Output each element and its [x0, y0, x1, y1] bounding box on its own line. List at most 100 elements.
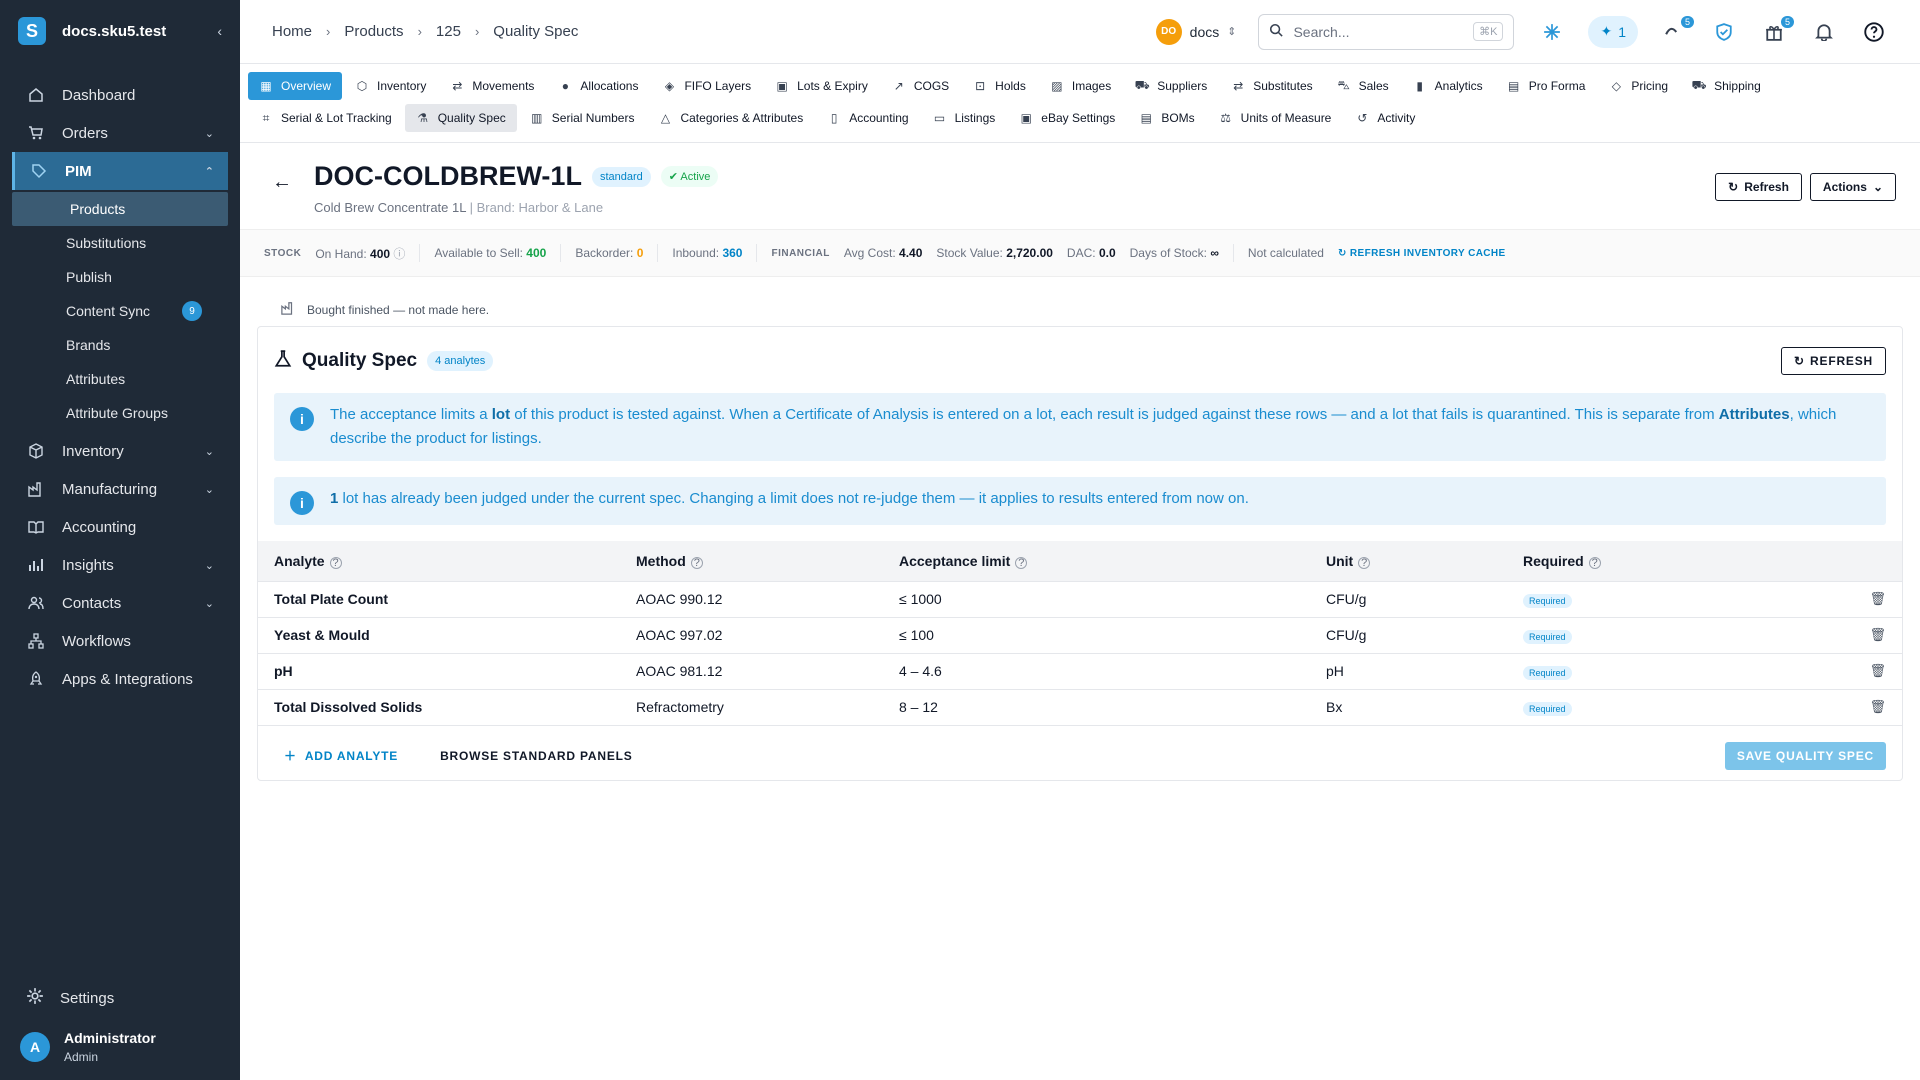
collapse-sidebar-icon[interactable]: ‹: [217, 23, 222, 39]
help-icon[interactable]: ?: [690, 556, 703, 569]
help-icon[interactable]: ?: [1358, 556, 1371, 569]
analyte-cell[interactable]: Total Dissolved Solids: [258, 689, 620, 726]
browse-standard-panels-button[interactable]: BROWSE STANDARD PANELS: [430, 749, 633, 763]
tab-quality-spec[interactable]: ⚗ Quality Spec: [404, 104, 517, 132]
tab-ebay-settings[interactable]: ▣ eBay Settings: [1008, 104, 1126, 132]
tab-images[interactable]: ▨ Images: [1039, 72, 1122, 100]
table-row[interactable]: Total Plate Count AOAC 990.12 ≤ 1000 CFU…: [258, 581, 1902, 618]
sidebar-item-apps[interactable]: Apps & Integrations: [0, 660, 240, 698]
table-row[interactable]: pH AOAC 981.12 4 – 4.6 pH Required 🗑: [258, 653, 1902, 690]
trash-icon[interactable]: 🗑: [1842, 653, 1902, 690]
analyte-cell[interactable]: Yeast & Mould: [258, 617, 620, 654]
limit-cell[interactable]: ≤ 100: [883, 617, 1310, 654]
tab-lots-expiry[interactable]: ▣ Lots & Expiry: [764, 72, 879, 100]
sidebar-item-orders[interactable]: Orders ⌄: [0, 114, 240, 152]
unit-cell[interactable]: Bx: [1310, 689, 1507, 726]
breadcrumb-home[interactable]: Home: [272, 23, 312, 40]
search-input[interactable]: Search... ⌘K: [1258, 13, 1515, 50]
sidebar-item-insights[interactable]: Insights ⌄: [0, 546, 240, 584]
tab-units-of-measure[interactable]: ⚖ Units of Measure: [1208, 104, 1343, 132]
tab-categories-attributes[interactable]: △ Categories & Attributes: [647, 104, 814, 132]
limit-cell[interactable]: 4 – 4.6: [883, 653, 1310, 690]
tab-allocations[interactable]: ● Allocations: [547, 72, 649, 100]
method-cell[interactable]: AOAC 997.02: [620, 617, 883, 654]
refresh-inventory-cache-link[interactable]: ↻ REFRESH INVENTORY CACHE: [1338, 248, 1506, 259]
refresh-button[interactable]: ↻ Refresh: [1715, 173, 1802, 201]
required-badge[interactable]: Required: [1523, 702, 1572, 716]
tab-serial-lot-tracking[interactable]: ⌗ Serial & Lot Tracking: [248, 104, 403, 132]
attributes-link[interactable]: Attributes: [1719, 406, 1790, 423]
trash-icon[interactable]: 🗑: [1842, 581, 1902, 618]
tab-pro-forma[interactable]: ▤ Pro Forma: [1496, 72, 1597, 100]
tab-cogs[interactable]: ↗ COGS: [881, 72, 960, 100]
sidebar-item-dashboard[interactable]: Dashboard: [0, 76, 240, 114]
unit-cell[interactable]: CFU/g: [1310, 617, 1507, 654]
sidebar-subitem-products[interactable]: Products: [12, 192, 228, 226]
ai-assistant-button[interactable]: ✦ 1: [1588, 15, 1638, 48]
bell-icon[interactable]: [1810, 18, 1838, 46]
tab-pricing[interactable]: ◇ Pricing: [1598, 72, 1679, 100]
table-row[interactable]: Yeast & Mould AOAC 997.02 ≤ 100 CFU/g Re…: [258, 617, 1902, 654]
trash-icon[interactable]: 🗑: [1842, 617, 1902, 654]
tab-substitutes[interactable]: ⇄ Substitutes: [1220, 72, 1323, 100]
required-badge[interactable]: Required: [1523, 594, 1572, 608]
sidebar-subitem-attributes[interactable]: Attributes: [0, 362, 240, 396]
sidebar-subitem-substitutions[interactable]: Substitutions: [0, 226, 240, 260]
sidebar-item-pim[interactable]: PIM ⌃: [12, 152, 228, 190]
sidebar-item-workflows[interactable]: Workflows: [0, 622, 240, 660]
tab-overview[interactable]: ▦ Overview: [248, 72, 343, 100]
workspace-switcher[interactable]: DO docs ⇕: [1155, 18, 1236, 45]
limit-cell[interactable]: 8 – 12: [883, 689, 1310, 726]
sidebar-item-contacts[interactable]: Contacts ⌄: [0, 584, 240, 622]
add-analyte-button[interactable]: ＋ ADD ANALYTE: [274, 747, 398, 764]
breadcrumb-products[interactable]: Products: [344, 23, 403, 40]
actions-menu-button[interactable]: Actions ⌄: [1809, 173, 1896, 201]
analyte-cell[interactable]: Total Plate Count: [258, 581, 620, 618]
snowflake-icon[interactable]: [1538, 18, 1566, 46]
help-icon[interactable]: ?: [1588, 556, 1601, 569]
tab-boms[interactable]: ▤ BOMs: [1128, 104, 1205, 132]
gift-icon[interactable]: 5: [1760, 15, 1794, 46]
sidebar-subitem-brands[interactable]: Brands: [0, 328, 240, 362]
sidebar-subitem-content-sync[interactable]: Content Sync 9: [0, 294, 240, 328]
save-quality-spec-button[interactable]: SAVE QUALITY SPEC: [1724, 741, 1886, 770]
sidebar-subitem-publish[interactable]: Publish: [0, 260, 240, 294]
tab-movements[interactable]: ⇄ Movements: [439, 72, 545, 100]
shield-icon[interactable]: [1710, 18, 1738, 46]
method-cell[interactable]: Refractometry: [620, 689, 883, 726]
user-profile[interactable]: A Administrator Admin: [0, 1030, 240, 1080]
method-cell[interactable]: AOAC 981.12: [620, 653, 883, 690]
unit-cell[interactable]: CFU/g: [1310, 581, 1507, 618]
help-icon[interactable]: [1860, 18, 1888, 46]
arrow-left-icon[interactable]: ←: [272, 171, 292, 194]
trash-icon[interactable]: 🗑: [1842, 689, 1902, 726]
spec-refresh-button[interactable]: ↻ REFRESH: [1780, 347, 1886, 375]
help-icon[interactable]: ?: [1015, 556, 1028, 569]
sidebar-subitem-attribute-groups[interactable]: Attribute Groups: [0, 396, 240, 430]
sidebar-item-accounting[interactable]: Accounting: [0, 508, 240, 546]
tab-serial-numbers[interactable]: ▥ Serial Numbers: [519, 104, 646, 132]
tab-suppliers[interactable]: ⛟ Suppliers: [1124, 72, 1218, 100]
tab-analytics[interactable]: ▮ Analytics: [1402, 72, 1494, 100]
tab-listings[interactable]: ▭ Listings: [922, 104, 1007, 132]
analyte-cell[interactable]: pH: [258, 653, 620, 690]
required-badge[interactable]: Required: [1523, 630, 1572, 644]
sidebar-item-inventory[interactable]: Inventory ⌄: [0, 432, 240, 470]
tab-activity[interactable]: ↺ Activity: [1344, 104, 1426, 132]
help-icon[interactable]: ?: [329, 556, 342, 569]
sidebar-item-manufacturing[interactable]: Manufacturing ⌄: [0, 470, 240, 508]
tab-accounting[interactable]: ▯ Accounting: [816, 104, 919, 132]
tab-inventory[interactable]: ⬡ Inventory: [344, 72, 437, 100]
breadcrumb-product-id[interactable]: 125: [436, 23, 461, 40]
required-badge[interactable]: Required: [1523, 666, 1572, 680]
activity-icon[interactable]: 5: [1660, 15, 1694, 46]
sidebar-item-settings[interactable]: Settings: [0, 978, 240, 1018]
tab-shipping[interactable]: ⛟ Shipping: [1681, 72, 1772, 100]
tab-fifo-layers[interactable]: ◈ FIFO Layers: [651, 72, 762, 100]
limit-cell[interactable]: ≤ 1000: [883, 581, 1310, 618]
tab-sales[interactable]: ⛍ Sales: [1326, 72, 1400, 100]
method-cell[interactable]: AOAC 990.12: [620, 581, 883, 618]
table-row[interactable]: Total Dissolved Solids Refractometry 8 –…: [258, 689, 1902, 726]
unit-cell[interactable]: pH: [1310, 653, 1507, 690]
tab-holds[interactable]: ⊡ Holds: [962, 72, 1037, 100]
